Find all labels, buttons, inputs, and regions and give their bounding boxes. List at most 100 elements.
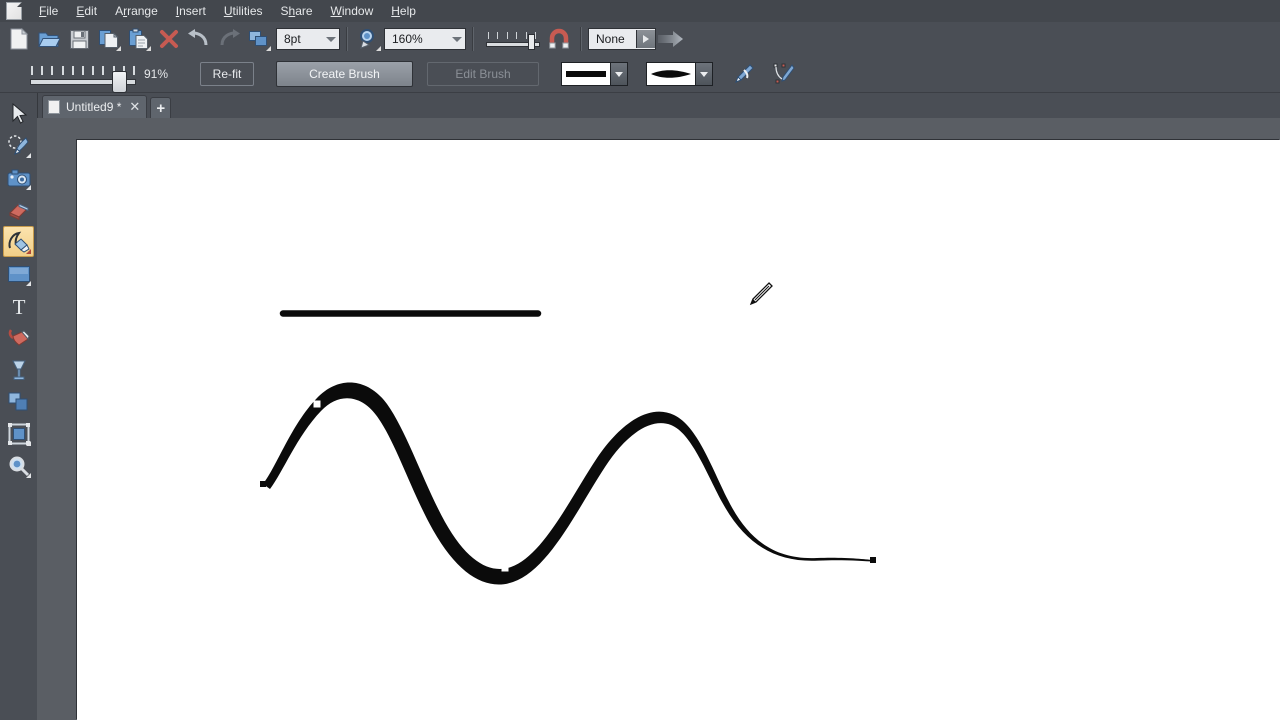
line-width-combo[interactable]: 8pt [276, 28, 340, 50]
close-icon[interactable]: ✕ [129, 100, 140, 113]
edit-brush-button[interactable]: Edit Brush [427, 62, 539, 86]
pointer-icon [12, 102, 27, 124]
refit-button[interactable]: Re-fit [200, 62, 254, 86]
document-icon [6, 2, 22, 20]
tapered-wave-stroke[interactable] [263, 382, 873, 585]
tapered-stroke-preview [646, 62, 696, 86]
undo-button[interactable] [185, 25, 213, 53]
pen-node-edit-button[interactable] [770, 60, 798, 88]
magnet-snap-icon [549, 28, 569, 49]
pen-node-edit-icon [773, 63, 795, 84]
copy-icon [99, 30, 119, 48]
toolbar-separator [580, 27, 582, 51]
style-none-field[interactable]: None [588, 28, 656, 50]
chevron-down-icon [449, 29, 465, 49]
snapshot-tool[interactable] [3, 162, 34, 193]
menu-window[interactable]: Window [322, 1, 383, 21]
new-document-button[interactable] [5, 25, 33, 53]
paste-icon [129, 28, 148, 49]
zoom-tool-icon [360, 29, 374, 49]
smoothness-slider-handle[interactable] [112, 71, 127, 93]
transform-tool[interactable] [3, 418, 34, 449]
new-tab-button[interactable]: + [150, 97, 172, 118]
tab-document-icon [48, 100, 60, 114]
menu-arrange[interactable]: Arrange [106, 1, 167, 21]
stroke-style-1-combo[interactable] [561, 62, 628, 86]
main-toolbar: 8pt 160% None [0, 22, 1280, 57]
solid-stroke-icon [566, 71, 606, 77]
delete-button[interactable] [155, 25, 183, 53]
open-document-button[interactable] [35, 25, 63, 53]
canvas-workspace[interactable] [37, 118, 1280, 720]
rectangle-tool[interactable] [3, 258, 34, 289]
menu-share[interactable]: Share [272, 1, 322, 21]
copy-button[interactable] [95, 25, 123, 53]
text-tool[interactable]: T [3, 290, 34, 321]
application-window: File Edit Arrange Insert Utilities Share… [0, 0, 1280, 720]
node-control-2[interactable] [501, 564, 509, 572]
pen-pressure-icon [735, 64, 754, 83]
gradient-arrow-icon [658, 31, 683, 47]
eraser-icon [8, 202, 29, 220]
zoom-level-combo[interactable]: 160% [384, 28, 466, 50]
layers-tool[interactable] [3, 386, 34, 417]
redo-button[interactable] [215, 25, 243, 53]
solid-stroke-preview [561, 62, 611, 86]
open-folder-icon [38, 32, 60, 47]
line-width-value: 8pt [284, 32, 301, 46]
duplicate-button[interactable] [245, 25, 273, 53]
undo-arrow-icon [188, 29, 208, 46]
node-control-1[interactable] [313, 400, 321, 408]
paste-button[interactable] [125, 25, 153, 53]
save-floppy-icon [69, 29, 89, 49]
stroke-style-2-combo[interactable] [646, 62, 713, 86]
node-endpoint-start[interactable] [260, 481, 266, 487]
pointer-select-tool[interactable] [3, 98, 34, 129]
save-document-button[interactable] [65, 25, 93, 53]
style-expand-button[interactable] [636, 30, 655, 48]
svg-text:T: T [12, 295, 25, 317]
stroke-style-1-dropdown[interactable] [611, 62, 628, 86]
tab-untitled9[interactable]: Untitled9 * ✕ [42, 95, 148, 118]
zoom-tool-button[interactable] [355, 25, 383, 53]
zoom-tool[interactable] [3, 450, 34, 481]
pen-pressure-button[interactable] [729, 60, 757, 88]
menu-insert[interactable]: Insert [167, 1, 215, 21]
create-brush-button[interactable]: Create Brush [276, 61, 413, 87]
slider-handle[interactable] [528, 34, 535, 50]
node-control-3[interactable] [680, 404, 688, 412]
fill-tool[interactable] [3, 322, 34, 353]
node-endpoint-end[interactable] [870, 557, 876, 563]
shape-tool[interactable] [3, 354, 34, 385]
document-canvas[interactable] [77, 140, 1280, 720]
rectangle-icon [7, 265, 30, 282]
paint-bucket-icon [8, 328, 30, 346]
menu-edit[interactable]: Edit [67, 1, 106, 21]
snap-magnet-button[interactable] [545, 25, 573, 53]
path-nodes [260, 400, 876, 572]
toolbar-separator [472, 27, 474, 51]
node-select-tool[interactable] [3, 130, 34, 161]
pencil-cursor [749, 282, 773, 306]
smoothness-slider[interactable] [10, 59, 136, 93]
tab-label: Untitled9 * [66, 100, 122, 114]
layers-icon [8, 392, 27, 410]
snap-strength-slider[interactable] [486, 29, 540, 50]
gradient-apply-button[interactable] [657, 25, 685, 53]
menu-file[interactable]: File [30, 1, 67, 21]
delete-x-icon [160, 30, 178, 48]
menu-help[interactable]: Help [382, 1, 425, 21]
redo-arrow-icon [220, 29, 240, 46]
menu-utilities[interactable]: Utilities [215, 1, 272, 21]
artwork-layer [260, 310, 876, 585]
text-t-icon: T [12, 295, 25, 317]
paintbrush-tool[interactable] [3, 226, 34, 257]
tool-palette: T [0, 93, 38, 720]
brush-context-toolbar: 91% Re-fit Create Brush Edit Brush [0, 56, 1156, 93]
eraser-tool[interactable] [3, 194, 34, 225]
menu-bar: File Edit Arrange Insert Utilities Share… [0, 0, 1280, 23]
goblet-shape-icon [11, 360, 26, 380]
stroke-style-2-dropdown[interactable] [696, 62, 713, 86]
zoom-level-value: 160% [392, 32, 423, 46]
tapered-stroke-icon [651, 70, 691, 78]
